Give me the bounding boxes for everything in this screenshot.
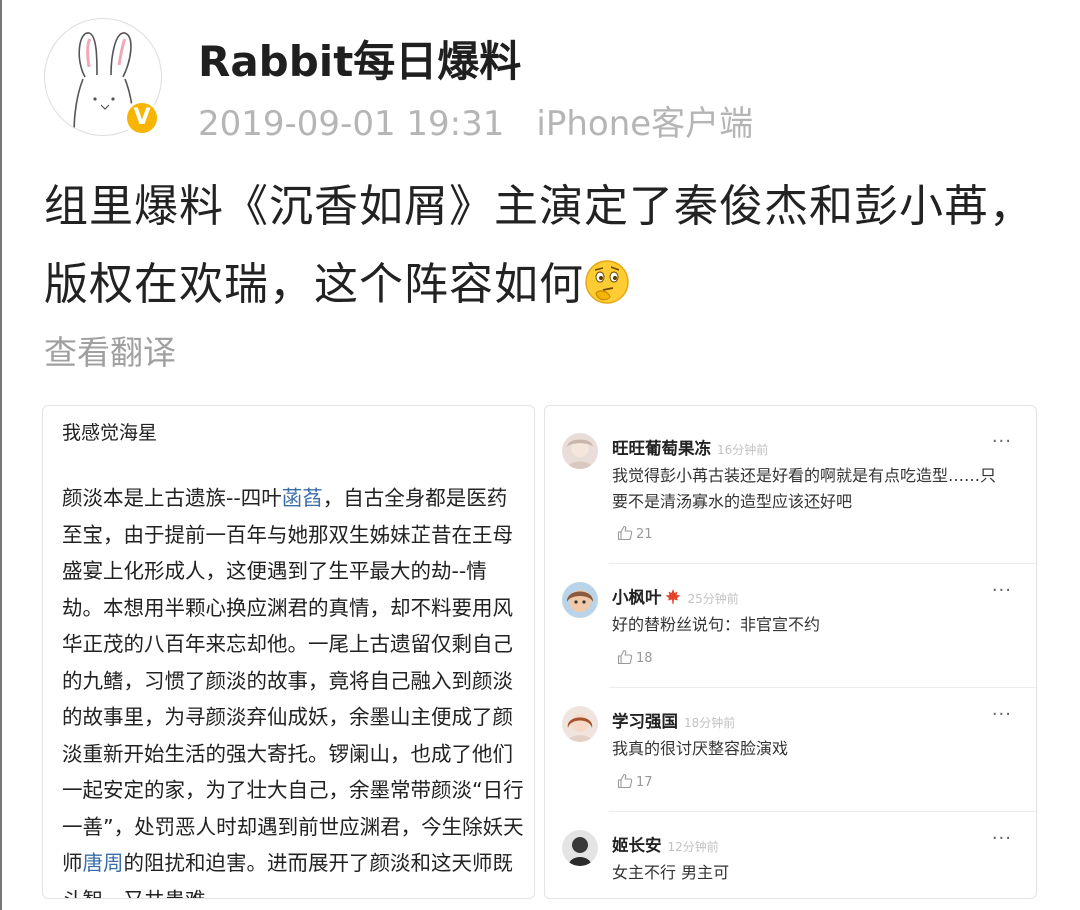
quote-text: 颜淡本是上古遗族--四叶 — [62, 486, 282, 510]
translate-link[interactable]: 查看翻译 — [44, 326, 176, 374]
commenter-avatar[interactable] — [562, 830, 598, 866]
thinking-face-icon — [585, 260, 629, 304]
quote-text: ，自古全身都是医药至宝，由于提前一百年与她那双生姊妹芷昔在王母盛宴上化形成人，这… — [62, 486, 524, 875]
more-options-icon[interactable]: ··· — [992, 431, 1012, 452]
quote-panel: 我感觉海星 颜淡本是上古遗族--四叶菡萏，自古全身都是医药至宝，由于提前一百年与… — [42, 405, 535, 899]
post-meta: 2019-09-01 19:31 iPhone客户端 — [198, 96, 753, 145]
window-edge — [0, 0, 2, 910]
comment-time: 25分钟前 — [687, 592, 739, 606]
author-name[interactable]: Rabbit每日爆料 — [198, 28, 521, 89]
comment-text: 我真的很讨厌整容脸演戏 — [612, 739, 789, 758]
comment-text: 女主不行 男主可 — [612, 863, 730, 882]
keyword-link[interactable]: 菡萏 — [282, 486, 323, 510]
comment-divider — [609, 687, 1036, 688]
like-button[interactable]: 21 — [617, 525, 653, 542]
like-button[interactable]: 18 — [617, 649, 653, 666]
commenter-avatar[interactable] — [562, 433, 598, 469]
commenter-name[interactable]: 姬长安 12分钟前 — [612, 832, 719, 856]
quote-text: 的阻扰和迫害。进而展开了颜淡和这天师既斗智，又共患难 — [62, 851, 513, 898]
commenter-avatar[interactable] — [562, 706, 598, 742]
comment-time: 18分钟前 — [684, 716, 736, 730]
like-count: 21 — [636, 527, 653, 542]
more-options-icon[interactable]: ··· — [992, 828, 1012, 849]
comment-time: 12分钟前 — [667, 840, 719, 854]
comment-divider — [609, 811, 1036, 812]
more-options-icon[interactable]: ··· — [992, 580, 1012, 601]
post-timestamp: 2019-09-01 19:31 — [198, 104, 505, 144]
commenter-name[interactable]: 旺旺葡萄果冻 16分钟前 — [612, 435, 768, 459]
comments-panel: 旺旺葡萄果冻 16分钟前 ··· 我觉得彭小苒古装还是好看的啊就是有点吃造型……只… — [544, 405, 1037, 899]
comment-text: 我觉得彭小苒古装还是好看的啊就是有点吃造型……只要不是清汤寡水的造型应该还好吧 — [612, 466, 997, 511]
commenter-avatar[interactable] — [562, 582, 598, 618]
more-options-icon[interactable]: ··· — [992, 704, 1012, 725]
maple-leaf-icon — [665, 589, 680, 604]
author-avatar[interactable]: V — [44, 18, 162, 136]
comment-divider — [609, 563, 1036, 564]
quote-body: 颜淡本是上古遗族--四叶菡萏，自古全身都是医药至宝，由于提前一百年与她那双生姊妹… — [62, 480, 524, 898]
post-body: 组里爆料《沉香如屑》主演定了秦俊杰和彭小苒，版权在欢瑞，这个阵容如何 — [44, 168, 1034, 324]
commenter-name[interactable]: 小枫叶 25分钟前 — [612, 584, 739, 608]
quote-title: 我感觉海星 — [62, 422, 158, 444]
comment-text: 好的替粉丝说句：非官宣不约 — [612, 615, 821, 634]
comment-time: 16分钟前 — [717, 443, 769, 457]
like-count: 17 — [636, 775, 653, 790]
commenter-name[interactable]: 学习强国 18分钟前 — [612, 708, 735, 732]
keyword-link[interactable]: 唐周 — [83, 851, 124, 875]
thumbs-up-icon — [617, 525, 633, 541]
like-count: 18 — [636, 651, 653, 666]
post-text: 组里爆料《沉香如屑》主演定了秦俊杰和彭小苒，版权在欢瑞，这个阵容如何 — [44, 181, 1034, 310]
verified-badge: V — [124, 100, 160, 136]
post-client: iPhone客户端 — [536, 104, 754, 144]
like-button[interactable]: 17 — [617, 773, 653, 790]
thumbs-up-icon — [617, 649, 633, 665]
thumbs-up-icon — [617, 773, 633, 789]
